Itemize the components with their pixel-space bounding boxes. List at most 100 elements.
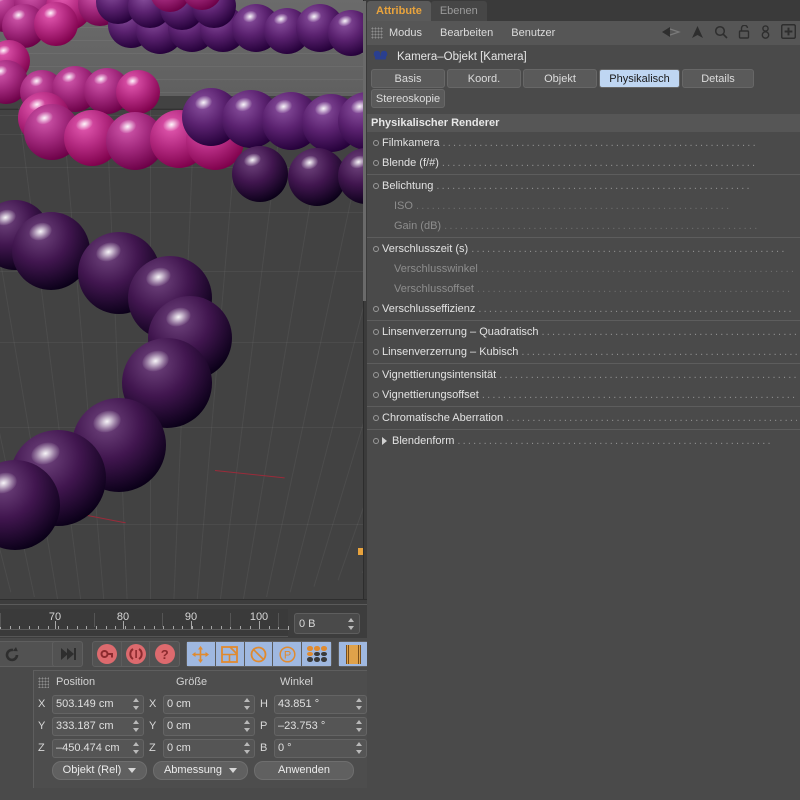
property-toggle[interactable] xyxy=(369,246,382,252)
frame-spinner[interactable] xyxy=(346,617,355,631)
apply-button[interactable]: Anwenden xyxy=(254,760,354,780)
angle-field-p[interactable]: –23.753 ° xyxy=(274,716,367,736)
spinner[interactable] xyxy=(131,697,140,711)
goto-end-button[interactable] xyxy=(53,642,82,666)
dot-leader: ........................................… xyxy=(478,303,794,315)
dot-leader: ........................................… xyxy=(457,435,773,447)
position-field-z[interactable]: –450.474 cm xyxy=(52,738,144,758)
property-toggle[interactable] xyxy=(369,183,382,189)
coordinate-row: Z –450.474 cm Z 0 cm B 0 ° xyxy=(34,737,367,759)
attribute-menubar[interactable]: Modus Bearbeiten Benutzer xyxy=(367,21,800,45)
camera-icon xyxy=(373,50,389,65)
frame-value-field[interactable]: 0 B xyxy=(294,613,360,634)
col-header-angle: Winkel xyxy=(280,676,314,688)
question-icon: ? xyxy=(154,644,175,664)
property-toggle[interactable] xyxy=(369,306,382,312)
person-icon[interactable] xyxy=(760,24,771,42)
size-field-y[interactable]: 0 cm xyxy=(163,716,255,736)
axis-label-rot: P xyxy=(260,720,268,732)
prop-tab-basis[interactable]: Basis xyxy=(371,69,445,88)
lock-icon[interactable] xyxy=(738,24,750,42)
spinner[interactable] xyxy=(354,741,363,755)
spinner[interactable] xyxy=(242,697,251,711)
loop-button[interactable] xyxy=(0,642,27,666)
angle-field-h[interactable]: 43.851 ° xyxy=(274,694,367,714)
size-field-z[interactable]: 0 cm xyxy=(163,738,255,758)
coordinates-panel[interactable]: Position Größe Winkel X 503.149 cm X 0 cm H 4… xyxy=(33,670,367,788)
render-view-button[interactable] xyxy=(339,642,368,666)
property-row: Filmkamera..............................… xyxy=(367,133,800,153)
angle-field-b[interactable]: 0 ° xyxy=(274,738,367,758)
timeline-bar[interactable]: 70 80 90 100 0 B xyxy=(0,604,367,638)
coordinates-header: Position Größe Winkel xyxy=(34,671,367,693)
timeline-ruler[interactable]: 70 80 90 100 xyxy=(0,609,289,637)
position-field-y[interactable]: 333.187 cm xyxy=(52,716,144,736)
property-toggle[interactable] xyxy=(369,140,382,146)
manager-tab-ebenen[interactable]: Ebenen xyxy=(430,1,487,21)
add-icon[interactable] xyxy=(780,23,797,42)
menu-bearbeiten[interactable]: Bearbeiten xyxy=(440,27,493,39)
animation-toolbar[interactable]: ▶ xyxy=(0,638,369,670)
property-toggle[interactable] xyxy=(369,349,382,355)
up-arrow-icon[interactable] xyxy=(691,25,704,42)
parameter-icon: P xyxy=(279,645,296,663)
expand-arrow-icon[interactable] xyxy=(382,437,387,445)
object-name: Kamera–Objekt [Kamera] xyxy=(397,51,527,63)
rotate-tool[interactable] xyxy=(244,642,274,666)
position-field-x[interactable]: 503.149 cm xyxy=(52,694,144,714)
spinner[interactable] xyxy=(131,719,140,733)
prop-tab-koord[interactable]: Koord. xyxy=(447,69,521,88)
menu-benutzer[interactable]: Benutzer xyxy=(511,27,555,39)
property-toggle[interactable] xyxy=(369,415,382,421)
3d-viewport[interactable] xyxy=(0,0,367,604)
size-mode-dropdown[interactable]: Abmessung xyxy=(153,760,248,780)
spinner[interactable] xyxy=(354,719,363,733)
prop-tab-stereoskopie[interactable]: Stereoskopie xyxy=(371,89,445,108)
property-toggle[interactable] xyxy=(369,392,382,398)
playback-group: ▶ xyxy=(0,641,60,667)
sphere xyxy=(116,70,160,114)
prop-tab-objekt[interactable]: Objekt xyxy=(523,69,597,88)
property-label: ISO xyxy=(394,200,413,212)
parameter-tool[interactable]: P xyxy=(273,642,303,666)
property-row: Linsenverzerrung – Quadratisch..........… xyxy=(367,322,800,342)
spinner[interactable] xyxy=(242,719,251,733)
prop-tab-details[interactable]: Details xyxy=(682,69,754,88)
property-toggle[interactable] xyxy=(369,329,382,335)
autokey-button[interactable] xyxy=(122,642,151,666)
drag-grip-icon[interactable] xyxy=(38,676,49,688)
move-tool[interactable] xyxy=(187,642,216,666)
col-header-size: Größe xyxy=(176,676,208,688)
property-row: Chromatische Aberration.................… xyxy=(367,408,800,428)
size-mode-label: Abmessung xyxy=(163,764,223,776)
property-tabs-row-1[interactable]: Basis Koord. Objekt Physikalisch Details xyxy=(367,69,800,89)
manager-tabs[interactable]: Attribute Ebenen xyxy=(367,0,800,21)
render-view-group xyxy=(338,641,369,667)
prop-tab-physikalisch[interactable]: Physikalisch xyxy=(599,69,680,88)
property-toggle[interactable] xyxy=(369,372,382,378)
menu-modus[interactable]: Modus xyxy=(389,27,422,39)
points-tool[interactable] xyxy=(302,642,331,666)
menu-drag-grip-icon[interactable] xyxy=(371,27,383,39)
scale-tool[interactable] xyxy=(215,642,245,666)
manager-tab-attribute[interactable]: Attribute xyxy=(367,1,431,21)
search-icon[interactable] xyxy=(714,25,728,42)
object-mode-dropdown[interactable]: Objekt (Rel) xyxy=(52,760,147,780)
key-question-button[interactable]: ? xyxy=(150,642,179,666)
back-arrow-icon[interactable] xyxy=(661,25,681,42)
spinner[interactable] xyxy=(242,741,251,755)
dot-leader: ........................................… xyxy=(436,180,752,192)
property-label: Linsenverzerrung – Kubisch xyxy=(382,346,519,358)
property-tabs-row-2[interactable]: Stereoskopie xyxy=(367,89,800,109)
property-toggle[interactable] xyxy=(369,438,382,444)
dot-leader: ........................................… xyxy=(471,243,787,255)
property-toggle[interactable] xyxy=(369,160,382,166)
coordinate-row: Y 333.187 cm Y 0 cm P –23.753 ° xyxy=(34,715,367,737)
size-field-x[interactable]: 0 cm xyxy=(163,694,255,714)
spinner[interactable] xyxy=(131,741,140,755)
property-row: Verschlusszeit (s)......................… xyxy=(367,239,800,259)
viewport-scrollbar-thumb[interactable] xyxy=(363,1,366,301)
spinner[interactable] xyxy=(354,697,363,711)
autokey-icon xyxy=(125,644,146,664)
record-key-button[interactable] xyxy=(93,642,122,666)
